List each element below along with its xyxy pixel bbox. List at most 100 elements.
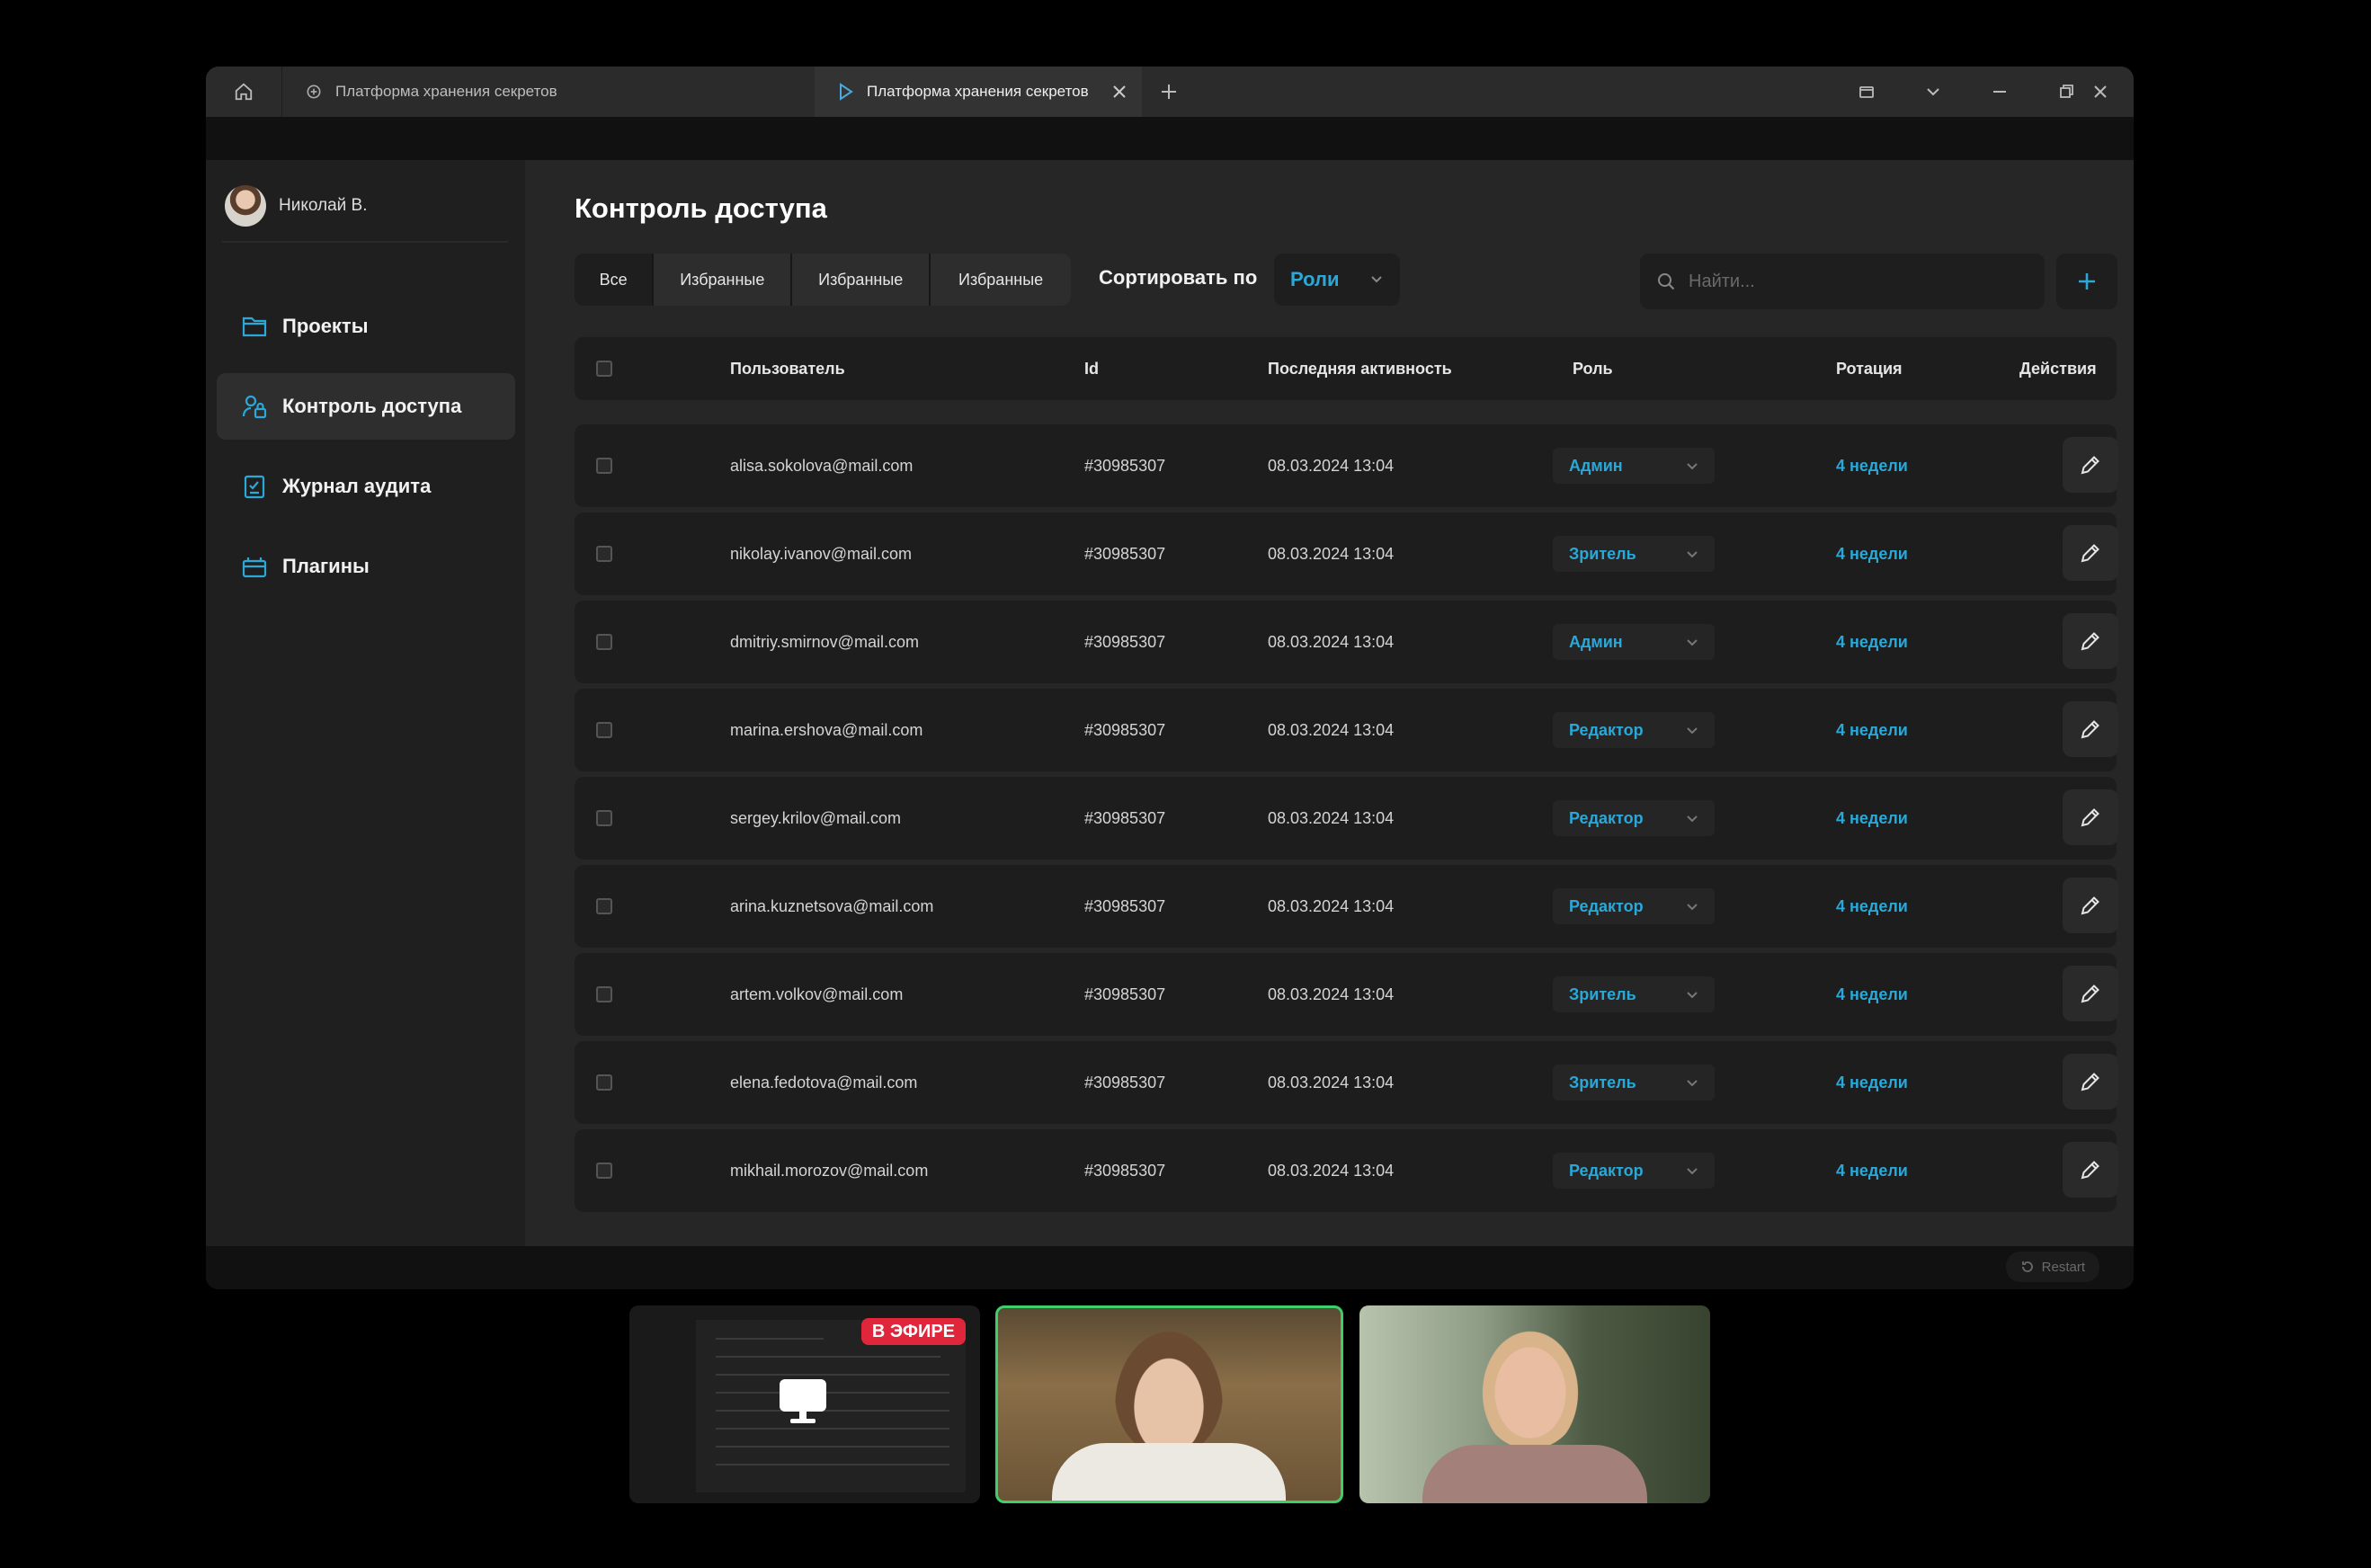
- play-icon: [838, 83, 854, 101]
- rotation-link[interactable]: 4 недели: [1836, 953, 1908, 1036]
- filter-tab-favorites-2[interactable]: Избранные: [792, 254, 931, 306]
- rotation-link[interactable]: 4 недели: [1836, 512, 1908, 595]
- column-header-last-activity[interactable]: Последняя активность: [1268, 337, 1452, 400]
- rotation-link[interactable]: 4 недели: [1836, 865, 1908, 948]
- participant-video-tile-active[interactable]: [995, 1305, 1343, 1503]
- role-select[interactable]: Редактор: [1553, 712, 1715, 748]
- rotation-link[interactable]: 4 недели: [1836, 601, 1908, 683]
- restart-button[interactable]: Restart: [2005, 1252, 2099, 1282]
- status-strip: [206, 1246, 2134, 1289]
- row-checkbox[interactable]: [596, 722, 612, 738]
- screen-share-tile[interactable]: В ЭФИРЕ: [629, 1305, 980, 1503]
- rotation-link[interactable]: 4 недели: [1836, 1129, 1908, 1212]
- tab-2[interactable]: Платформа хранения секретов: [815, 67, 1142, 117]
- row-checkbox[interactable]: [596, 810, 612, 826]
- sort-select[interactable]: Роли: [1274, 254, 1400, 306]
- edit-button[interactable]: [2063, 878, 2118, 933]
- role-select[interactable]: Зритель: [1553, 1065, 1715, 1100]
- pencil-icon: [2079, 1070, 2102, 1093]
- edit-button[interactable]: [2063, 966, 2118, 1021]
- tab-favicon-icon: [305, 83, 323, 101]
- table-row[interactable]: arina.kuznetsova@mail.com #30985307 08.0…: [575, 865, 2118, 948]
- filter-tab-all[interactable]: Все: [575, 254, 655, 306]
- user-email: sergey.krilov@mail.com: [730, 808, 901, 827]
- rotation-link[interactable]: 4 недели: [1836, 689, 1908, 771]
- row-checkbox[interactable]: [596, 1163, 612, 1179]
- edit-button[interactable]: [2063, 525, 2118, 581]
- select-all-checkbox[interactable]: [596, 361, 612, 377]
- role-select[interactable]: Зритель: [1553, 536, 1715, 572]
- table-row[interactable]: sergey.krilov@mail.com #30985307 08.03.2…: [575, 777, 2118, 860]
- table-row[interactable]: alisa.sokolova@mail.com #30985307 08.03.…: [575, 424, 2118, 507]
- sidebar-item-label: Контроль доступа: [282, 395, 462, 417]
- role-select[interactable]: Админ: [1553, 624, 1715, 660]
- column-header-id[interactable]: Id: [1084, 337, 1099, 400]
- table-row[interactable]: mikhail.morozov@mail.com #30985307 08.03…: [575, 1129, 2118, 1212]
- column-header-rotation[interactable]: Ротация: [1836, 337, 1903, 400]
- column-header-role[interactable]: Роль: [1573, 337, 1613, 400]
- rotation-link[interactable]: 4 недели: [1836, 1041, 1908, 1124]
- role-value: Редактор: [1569, 1161, 1644, 1180]
- minimize-button[interactable]: [1966, 67, 2033, 117]
- chevron-down-icon: [1686, 815, 1698, 823]
- user-id: #30985307: [1084, 1161, 1166, 1180]
- user-email: marina.ershova@mail.com: [730, 720, 923, 739]
- tabs-dropdown-button[interactable]: [1900, 67, 1966, 117]
- row-checkbox[interactable]: [596, 898, 612, 914]
- role-value: Зритель: [1569, 544, 1636, 563]
- sidebar-item-audit-log[interactable]: Журнал аудита: [217, 453, 515, 520]
- user-email: arina.kuznetsova@mail.com: [730, 896, 934, 915]
- sidebar-item-access-control[interactable]: Контроль доступа: [217, 373, 515, 440]
- role-value: Зритель: [1569, 984, 1636, 1003]
- divider: [222, 241, 508, 243]
- participant-video-tile[interactable]: [1359, 1305, 1710, 1503]
- plus-icon: [1160, 83, 1178, 101]
- row-checkbox[interactable]: [596, 546, 612, 562]
- edit-button[interactable]: [2063, 1054, 2118, 1109]
- user-profile[interactable]: Николай В.: [225, 185, 368, 227]
- close-tab-icon[interactable]: [1111, 84, 1128, 100]
- edit-button[interactable]: [2063, 437, 2118, 493]
- role-select[interactable]: Редактор: [1553, 1153, 1715, 1189]
- tab-overview-button[interactable]: [1833, 67, 1900, 117]
- home-button[interactable]: [206, 67, 282, 117]
- edit-button[interactable]: [2063, 1142, 2118, 1198]
- search-box[interactable]: [1640, 254, 2045, 309]
- row-checkbox[interactable]: [596, 458, 612, 474]
- table-row[interactable]: marina.ershova@mail.com #30985307 08.03.…: [575, 689, 2118, 771]
- role-value: Админ: [1569, 632, 1623, 651]
- filter-tab-favorites-1[interactable]: Избранные: [654, 254, 793, 306]
- preview-line: [716, 1428, 949, 1430]
- tab-1-label: Платформа хранения секретов: [335, 83, 557, 100]
- role-select[interactable]: Зритель: [1553, 976, 1715, 1012]
- sidebar-item-plugins[interactable]: Плагины: [217, 533, 515, 600]
- sidebar-item-projects[interactable]: Проекты: [217, 293, 515, 360]
- sidebar-item-label: Журнал аудита: [282, 475, 432, 497]
- role-select[interactable]: Редактор: [1553, 888, 1715, 924]
- table-row[interactable]: artem.volkov@mail.com #30985307 08.03.20…: [575, 953, 2118, 1036]
- edit-button[interactable]: [2063, 789, 2118, 845]
- avatar: [225, 185, 266, 227]
- new-tab-button[interactable]: [1142, 67, 1196, 117]
- table-row[interactable]: nikolay.ivanov@mail.com #30985307 08.03.…: [575, 512, 2118, 595]
- role-select[interactable]: Редактор: [1553, 800, 1715, 836]
- role-select[interactable]: Админ: [1553, 448, 1715, 484]
- rotation-link[interactable]: 4 недели: [1836, 424, 1908, 507]
- add-user-button[interactable]: [2056, 254, 2117, 309]
- close-window-button[interactable]: [2067, 67, 2134, 117]
- edit-button[interactable]: [2063, 701, 2118, 757]
- table-row[interactable]: elena.fedotova@mail.com #30985307 08.03.…: [575, 1041, 2118, 1124]
- last-activity: 08.03.2024 13:04: [1268, 1073, 1395, 1091]
- user-id: #30985307: [1084, 1073, 1166, 1091]
- row-checkbox[interactable]: [596, 634, 612, 650]
- chevron-down-icon: [1686, 1079, 1698, 1087]
- row-checkbox[interactable]: [596, 986, 612, 1002]
- search-input[interactable]: [1687, 270, 2014, 293]
- tab-1[interactable]: Платформа хранения секретов: [281, 67, 816, 117]
- column-header-user[interactable]: Пользователь: [730, 337, 845, 400]
- filter-tab-favorites-3[interactable]: Избранные: [931, 254, 1071, 306]
- table-row[interactable]: dmitriy.smirnov@mail.com #30985307 08.03…: [575, 601, 2118, 683]
- rotation-link[interactable]: 4 недели: [1836, 777, 1908, 860]
- edit-button[interactable]: [2063, 613, 2118, 669]
- row-checkbox[interactable]: [596, 1074, 612, 1091]
